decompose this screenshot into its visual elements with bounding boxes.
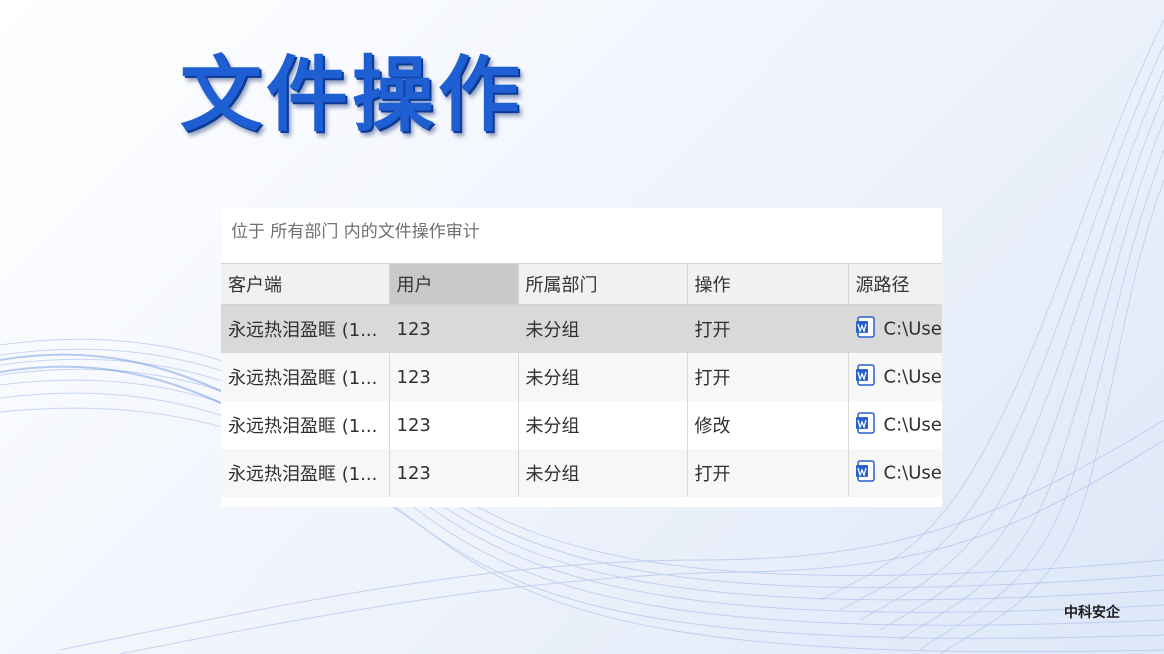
cell-operation: 打开 — [687, 304, 849, 353]
path-text: C:\Use — [883, 366, 942, 388]
cell-source-path: C:\Use — [848, 449, 942, 497]
cell-user: 123 — [389, 401, 519, 449]
cell-department: 未分组 — [518, 304, 688, 353]
path-text: C:\Use — [883, 414, 942, 436]
cell-department: 未分组 — [518, 353, 688, 401]
table-row[interactable]: 永远热泪盈眶 (1... 123 未分组 打开 C:\Use — [221, 449, 942, 497]
cell-source-path: C:\Use — [848, 304, 942, 353]
path-text: C:\Use — [883, 462, 942, 484]
table-row[interactable]: 永远热泪盈眶 (1... 123 未分组 修改 C:\Use — [221, 401, 942, 449]
cell-user: 123 — [389, 353, 519, 401]
cell-client: 永远热泪盈眶 (1... — [221, 353, 390, 401]
column-header-operation[interactable]: 操作 — [687, 263, 849, 305]
word-doc-icon — [855, 412, 876, 434]
brand-label: 中科安企 — [1064, 605, 1120, 621]
cell-operation: 打开 — [687, 449, 849, 497]
cell-user: 123 — [389, 449, 519, 497]
cell-client: 永远热泪盈眶 (1... — [221, 304, 390, 353]
cell-operation: 打开 — [687, 353, 849, 401]
cell-client: 永远热泪盈眶 (1... — [221, 401, 390, 449]
slide-title: 文件操作 — [180, 47, 525, 143]
word-doc-icon — [855, 364, 876, 386]
cell-department: 未分组 — [518, 449, 688, 497]
column-header-client[interactable]: 客户端 — [221, 263, 390, 305]
table-row[interactable]: 永远热泪盈眶 (1... 123 未分组 打开 C:\Use — [221, 353, 942, 401]
word-doc-icon — [855, 460, 876, 482]
cell-operation: 修改 — [687, 401, 849, 449]
path-text: C:\Use — [883, 318, 942, 340]
column-header-department[interactable]: 所属部门 — [518, 263, 688, 305]
cell-user: 123 — [389, 304, 519, 353]
word-doc-icon — [855, 316, 876, 338]
table-row[interactable]: 永远热泪盈眶 (1... 123 未分组 打开 C:\Use — [221, 304, 942, 353]
cell-source-path: C:\Use — [848, 401, 942, 449]
cell-client: 永远热泪盈眶 (1... — [221, 449, 390, 497]
table-header-row: 客户端 用户 所属部门 操作 源路径 — [221, 263, 942, 305]
column-header-source-path[interactable]: 源路径 — [848, 263, 942, 305]
column-header-user[interactable]: 用户 — [389, 263, 519, 305]
panel-caption: 位于 所有部门 内的文件操作审计 — [221, 208, 942, 263]
cell-department: 未分组 — [518, 401, 688, 449]
file-audit-panel: 位于 所有部门 内的文件操作审计 客户端 用户 所属部门 操作 源路径 永远热泪… — [221, 208, 942, 507]
audit-table: 客户端 用户 所属部门 操作 源路径 永远热泪盈眶 (1... 123 未分组 … — [221, 263, 942, 497]
cell-source-path: C:\Use — [848, 353, 942, 401]
